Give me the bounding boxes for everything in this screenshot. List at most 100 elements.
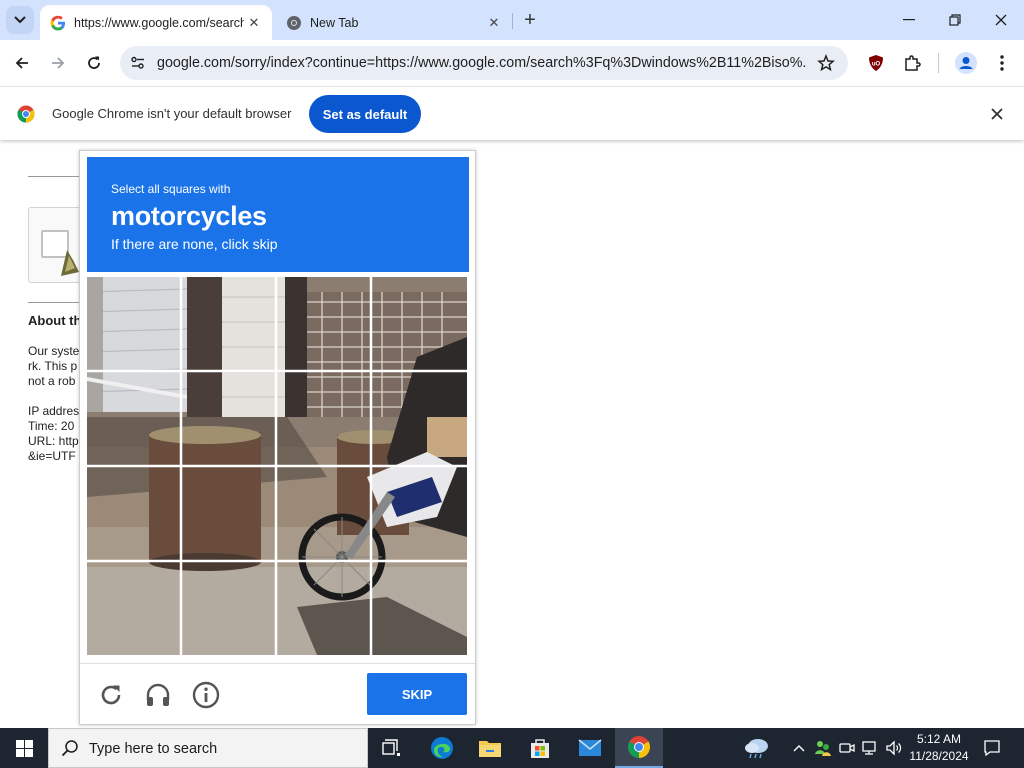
notification-center-button[interactable] (981, 738, 1003, 758)
chrome-taskbar-button[interactable] (615, 728, 663, 768)
meta-line: Time: 20 (28, 419, 75, 433)
camera-icon (839, 743, 855, 753)
weather-icon[interactable] (744, 736, 770, 760)
reload-challenge-button[interactable] (96, 680, 126, 710)
taskbar-clock[interactable]: 5:12 AM 11/28/2024 (906, 731, 972, 765)
taskbar-search-box[interactable]: Type here to search (48, 728, 368, 768)
tab-close-icon[interactable]: ✕ (484, 13, 504, 33)
extensions-button[interactable] (896, 47, 928, 79)
chrome-menu-button[interactable] (986, 47, 1018, 79)
infobar-close-button[interactable] (986, 103, 1008, 125)
close-window-button[interactable] (978, 0, 1024, 40)
ublock-extension-button[interactable]: uO (860, 47, 892, 79)
volume-icon[interactable] (884, 738, 904, 758)
new-tab-button[interactable]: + (518, 8, 542, 32)
grid-tile[interactable] (87, 562, 180, 655)
address-bar[interactable]: google.com/sorry/index?continue=https://… (120, 46, 848, 80)
grid-tile[interactable] (182, 562, 275, 655)
store-taskbar-button[interactable] (516, 728, 564, 768)
ublock-shield-icon: uO (869, 55, 883, 71)
grid-tile[interactable] (277, 372, 370, 465)
tab-search-button[interactable] (6, 6, 34, 34)
tab-title: New Tab (310, 15, 359, 30)
task-view-icon (382, 739, 400, 756)
close-icon (995, 14, 1007, 26)
google-g-icon (50, 15, 66, 31)
challenge-header: Select all squares with motorcycles If t… (87, 157, 469, 272)
reload-icon (101, 685, 121, 705)
challenge-hint: If there are none, click skip (111, 236, 278, 252)
forward-button[interactable] (42, 47, 74, 79)
mail-taskbar-button[interactable] (566, 728, 614, 768)
grid-tile[interactable] (87, 467, 180, 560)
restore-icon (949, 14, 961, 26)
show-hidden-icons-button[interactable] (789, 738, 809, 758)
body-line: Our syste (28, 344, 80, 358)
tab-close-icon[interactable]: ✕ (244, 13, 264, 33)
task-view-button[interactable] (368, 728, 416, 768)
default-browser-infobar: Google Chrome isn't your default browser… (0, 86, 1024, 140)
minimize-button[interactable] (886, 0, 932, 40)
search-placeholder: Type here to search (89, 741, 218, 757)
file-explorer-taskbar-button[interactable] (466, 728, 514, 768)
grid-tile[interactable] (372, 372, 465, 465)
challenge-image-grid (87, 277, 467, 655)
grid-tile[interactable] (182, 467, 275, 560)
browser-toolbar: google.com/sorry/index?continue=https://… (0, 40, 1024, 86)
grid-tile[interactable] (372, 277, 465, 370)
chrome-logo-icon (17, 105, 35, 128)
grid-tile[interactable] (372, 467, 465, 560)
mail-icon (578, 739, 602, 756)
app-tray-icon[interactable] (813, 738, 833, 758)
reload-button[interactable] (78, 47, 110, 79)
edge-icon (431, 737, 453, 759)
grid-tile[interactable] (182, 277, 275, 370)
grid-tile[interactable] (87, 277, 180, 370)
profile-button[interactable] (950, 47, 982, 79)
chevron-down-icon (14, 16, 26, 24)
people-icon (815, 741, 831, 756)
challenge-footer: SKIP (80, 663, 475, 724)
grid-tile[interactable] (182, 372, 275, 465)
folder-icon (479, 741, 501, 757)
restore-button[interactable] (932, 0, 978, 40)
skip-button[interactable]: SKIP (367, 673, 467, 715)
recaptcha-challenge: Select all squares with motorcycles If t… (79, 150, 476, 725)
grid-tile[interactable] (277, 277, 370, 370)
reload-icon (88, 56, 100, 69)
clock-date: 11/28/2024 (909, 749, 969, 763)
start-button[interactable] (0, 728, 48, 768)
grid-tile[interactable] (87, 372, 180, 465)
grid-tile[interactable] (372, 562, 465, 655)
tab-new-tab[interactable]: New Tab ✕ (276, 5, 512, 40)
meet-now-icon[interactable] (837, 738, 857, 758)
network-icon[interactable] (860, 738, 880, 758)
tab-google-search[interactable]: https://www.google.com/search?q=windows+… (40, 5, 272, 40)
chrome-icon (628, 736, 650, 758)
body-line: rk. This p (28, 359, 78, 373)
screen: https://www.google.com/search?q=windows+… (0, 0, 1024, 768)
grid-tile[interactable] (277, 562, 370, 655)
close-icon (991, 108, 1003, 120)
tab-separator (512, 13, 513, 29)
back-button[interactable] (6, 47, 38, 79)
clock-time: 5:12 AM (916, 732, 962, 746)
site-settings-icon[interactable] (130, 55, 146, 76)
notification-icon (984, 740, 1000, 757)
set-as-default-button[interactable]: Set as default (309, 95, 421, 133)
edge-taskbar-button[interactable] (418, 728, 466, 768)
headphones-icon (146, 683, 170, 706)
chevron-up-icon (793, 745, 805, 752)
info-button[interactable] (191, 680, 221, 710)
windows-taskbar: Type here to search 5:12 AM 11/28/2024 (0, 728, 1024, 768)
tab-title: https://www.google.com/search?q=windows+… (74, 15, 244, 30)
store-icon (531, 739, 549, 758)
grid-tile[interactable] (277, 467, 370, 560)
windows-logo-icon (15, 739, 33, 757)
challenge-target: motorcycles (111, 201, 267, 231)
svg-text:uO: uO (872, 62, 881, 68)
audio-challenge-button[interactable] (143, 680, 173, 710)
bookmark-star-icon[interactable] (817, 53, 835, 77)
avatar-icon (955, 52, 977, 74)
info-icon (192, 681, 220, 709)
